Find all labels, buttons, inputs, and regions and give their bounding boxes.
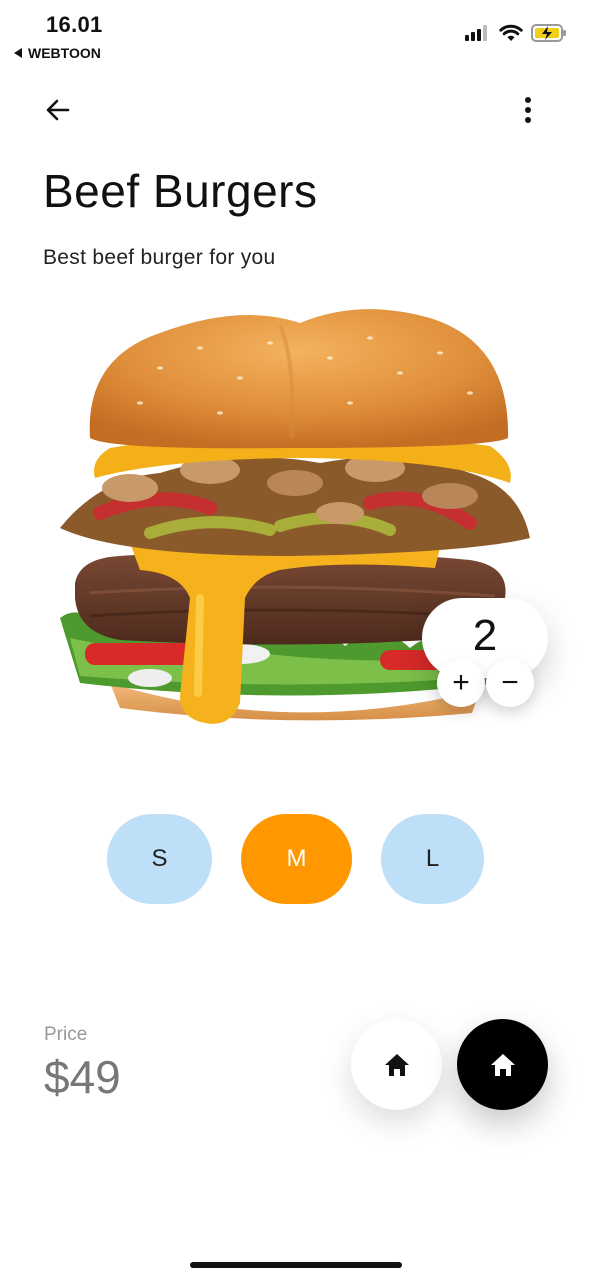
price-value: $49: [44, 1051, 121, 1103]
plus-label: +: [452, 666, 470, 699]
size-option-l[interactable]: L: [381, 814, 484, 904]
size-option-s[interactable]: S: [107, 814, 212, 904]
price-label: Price: [44, 1024, 88, 1045]
status-time: 16.01: [46, 12, 103, 37]
signal-icon: [465, 25, 487, 41]
size-label: M: [286, 845, 307, 872]
quantity-value: 2: [472, 611, 498, 660]
status-icons: [465, 24, 567, 42]
more-options-button[interactable]: [510, 92, 546, 128]
home-button-light[interactable]: [351, 1019, 442, 1110]
quantity-increase-button[interactable]: +: [437, 659, 485, 707]
product-subtitle: Best beef burger for you: [43, 246, 276, 269]
back-to-app-link[interactable]: WEBTOON: [14, 45, 101, 61]
home-icon: [384, 1053, 409, 1076]
size-label: S: [151, 845, 168, 872]
product-title: Beef Burgers: [43, 165, 318, 217]
arrow-left-icon: [46, 99, 70, 121]
home-indicator[interactable]: [190, 1262, 402, 1268]
home-button-dark[interactable]: [457, 1019, 548, 1110]
back-button[interactable]: [40, 92, 76, 128]
back-triangle-icon: [14, 48, 22, 58]
size-option-m[interactable]: M: [241, 814, 352, 904]
wifi-icon: [499, 24, 523, 41]
size-label: L: [425, 845, 440, 872]
quantity-decrease-button[interactable]: −: [486, 659, 534, 707]
home-icon: [490, 1053, 515, 1076]
more-vertical-icon: [525, 97, 531, 123]
back-app-label: WEBTOON: [28, 45, 101, 61]
minus-label: −: [501, 666, 519, 699]
battery-charging-icon: [531, 24, 566, 42]
